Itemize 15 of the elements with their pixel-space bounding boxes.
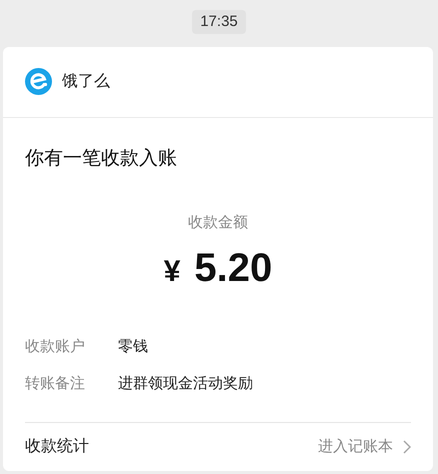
detail-label: 收款账户 bbox=[25, 337, 86, 358]
amount-label: 收款金额 bbox=[188, 212, 248, 233]
amount-value: 5.20 bbox=[194, 245, 272, 292]
currency-symbol: ¥ bbox=[164, 254, 180, 290]
detail-value: 进群领现金活动奖励 bbox=[118, 374, 253, 394]
ledger-link[interactable]: 进入记账本 bbox=[318, 436, 393, 458]
chevron-right-icon bbox=[403, 440, 411, 454]
logo-icon bbox=[25, 68, 52, 96]
detail-value: 零钱 bbox=[118, 337, 148, 358]
notification-title: 你有一笔收款入账 bbox=[24, 146, 178, 171]
statistics-label: 收款统计 bbox=[25, 436, 89, 458]
statistics-row[interactable]: 收款统计 进入记账本 bbox=[3, 423, 433, 471]
merchant-name: 饿了么 bbox=[62, 72, 110, 92]
detail-label: 转账备注 bbox=[25, 374, 86, 394]
timestamp: 17:35 bbox=[192, 10, 246, 34]
